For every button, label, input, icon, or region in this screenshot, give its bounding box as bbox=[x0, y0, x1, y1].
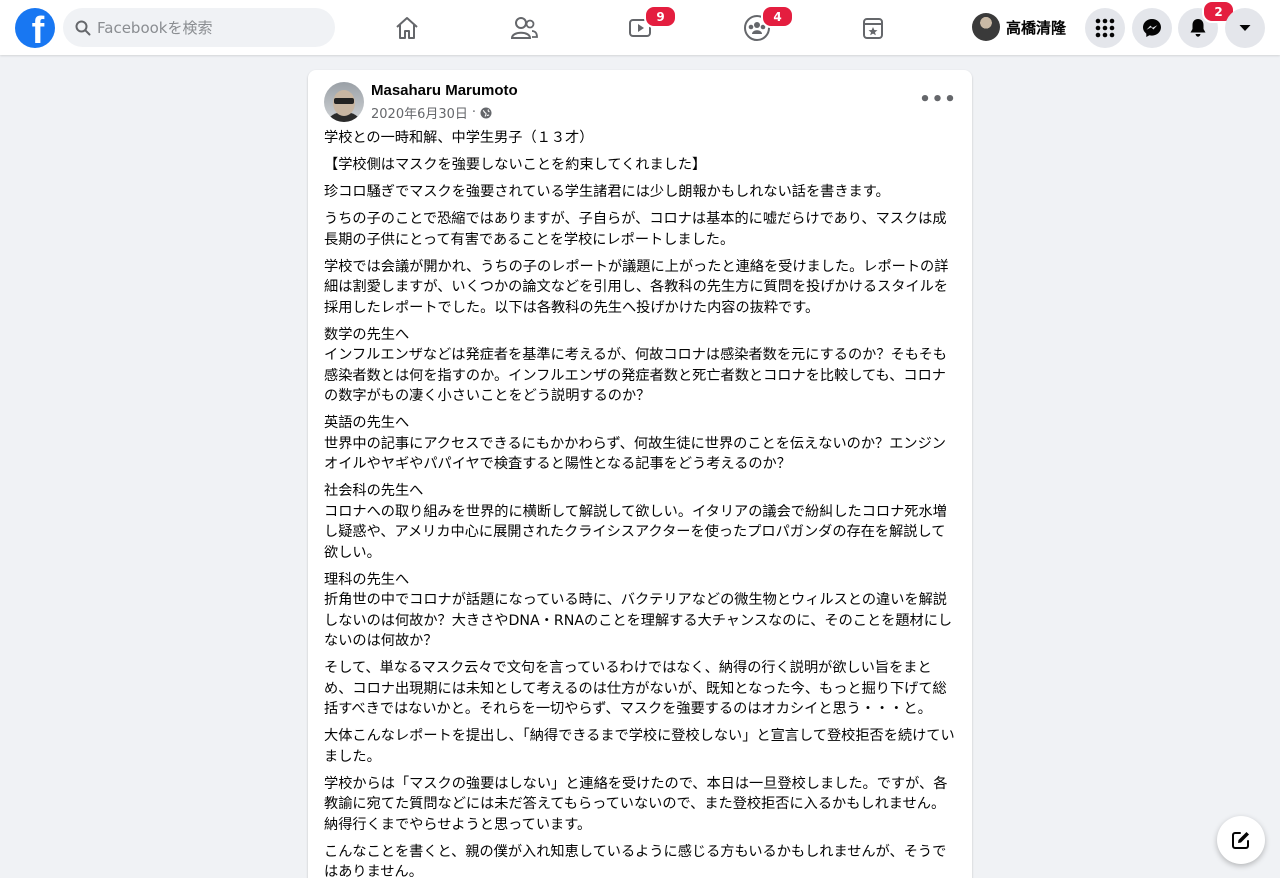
post-meta: 2020年6月30日 · bbox=[371, 103, 492, 122]
caret-down-icon bbox=[1239, 25, 1251, 31]
top-navigation-bar: f 9 4 高橋清隆 2 bbox=[0, 0, 1280, 55]
notifications-button[interactable]: 2 bbox=[1178, 0, 1235, 48]
tab-friends[interactable] bbox=[469, 0, 579, 55]
post-paragraph: うちの子のことで恐縮ではありますが、子自らが、コロナは基本的に嘘だらけであり、マ… bbox=[324, 211, 947, 248]
post-paragraph: 【学校側はマスクを強要しないことを約束してくれました】 bbox=[324, 157, 707, 173]
search-input[interactable] bbox=[97, 18, 317, 37]
search-icon bbox=[75, 20, 91, 35]
post-text: 学校との一時和解、中学生男子（１３才） 【学校側はマスクを強要しないことを約束し… bbox=[324, 128, 956, 878]
post-paragraph: 社会科の先生へ コロナへの取り組みを世界的に横断して解説して欲しい。イタリアの議… bbox=[324, 483, 947, 561]
friends-icon bbox=[510, 16, 538, 39]
tab-groups[interactable]: 4 bbox=[702, 0, 812, 55]
new-message-button[interactable] bbox=[1217, 816, 1265, 864]
post-paragraph: 大体こんなレポートを提出し、「納得できるまで学校に登校しない」と宣言して登校拒否… bbox=[324, 728, 955, 765]
post-author-name[interactable]: Masaharu Marumoto bbox=[371, 82, 518, 99]
post-paragraph: そして、単なるマスク云々で文句を言っているわけではなく、納得の行く説明が欲しい旨… bbox=[324, 660, 947, 717]
post-paragraph: 数学の先生へ インフルエンザなどは発症者を基準に考えるが、何故コロナは感染者数を… bbox=[324, 326, 947, 405]
post-paragraph: 理科の先生へ 折角世の中でコロナが話題になっている時に、バクテリアなどの微生物と… bbox=[324, 571, 953, 650]
post-date[interactable]: 2020年6月30日 bbox=[371, 103, 468, 122]
home-icon bbox=[396, 16, 418, 39]
watch-badge: 9 bbox=[644, 5, 677, 28]
author-avatar[interactable] bbox=[324, 82, 364, 122]
account-menu-button[interactable] bbox=[1225, 8, 1265, 48]
tab-gaming[interactable] bbox=[818, 0, 928, 55]
meta-separator: · bbox=[471, 105, 477, 120]
profile-shortcut[interactable]: 高橋清隆 bbox=[968, 8, 1076, 46]
post-paragraph: 学校からは「マスクの強要はしない」と連絡を受けたので、本日は一旦登校しました。で… bbox=[324, 775, 948, 833]
compose-icon bbox=[1232, 832, 1249, 849]
post-paragraph: 学校との一時和解、中学生男子（１３才） bbox=[324, 130, 594, 146]
globe-icon bbox=[480, 107, 492, 118]
messenger-icon bbox=[1143, 19, 1161, 37]
post-more-button[interactable]: ••• bbox=[919, 86, 957, 112]
post-paragraph: こんなことを書くと、親の僕が入れ知恵しているように感じる方もいるかもしれませんが… bbox=[324, 843, 947, 878]
facebook-logo-icon[interactable]: f bbox=[15, 8, 55, 48]
gaming-icon bbox=[863, 17, 883, 39]
menu-grid-icon bbox=[1095, 18, 1115, 38]
post-paragraph: 英語の先生へ 世界中の記事にアクセスできるにもかかわらず、何故生徒に世界のことを… bbox=[324, 415, 946, 472]
post-card: Masaharu Marumoto 2020年6月30日 · ••• 学校との一… bbox=[308, 70, 972, 878]
groups-badge: 4 bbox=[761, 5, 794, 28]
post-paragraph: 学校では会議が開かれ、うちの子のレポートが議題に上がったと連絡を受けました。レポ… bbox=[324, 258, 949, 316]
tab-watch[interactable]: 9 bbox=[585, 0, 695, 55]
bell-icon bbox=[1190, 19, 1206, 37]
post-paragraph: 珍コロ騒ぎでマスクを強要されている学生諸君には少し朗報かもしれない話を書きます。 bbox=[324, 184, 890, 200]
more-dots-icon: ••• bbox=[919, 88, 957, 110]
tab-home[interactable] bbox=[352, 0, 462, 55]
profile-name: 高橋清隆 bbox=[1006, 18, 1067, 37]
search-box[interactable] bbox=[63, 8, 335, 47]
messenger-button[interactable] bbox=[1132, 8, 1172, 48]
menu-button[interactable] bbox=[1085, 8, 1125, 48]
avatar bbox=[972, 13, 1000, 41]
